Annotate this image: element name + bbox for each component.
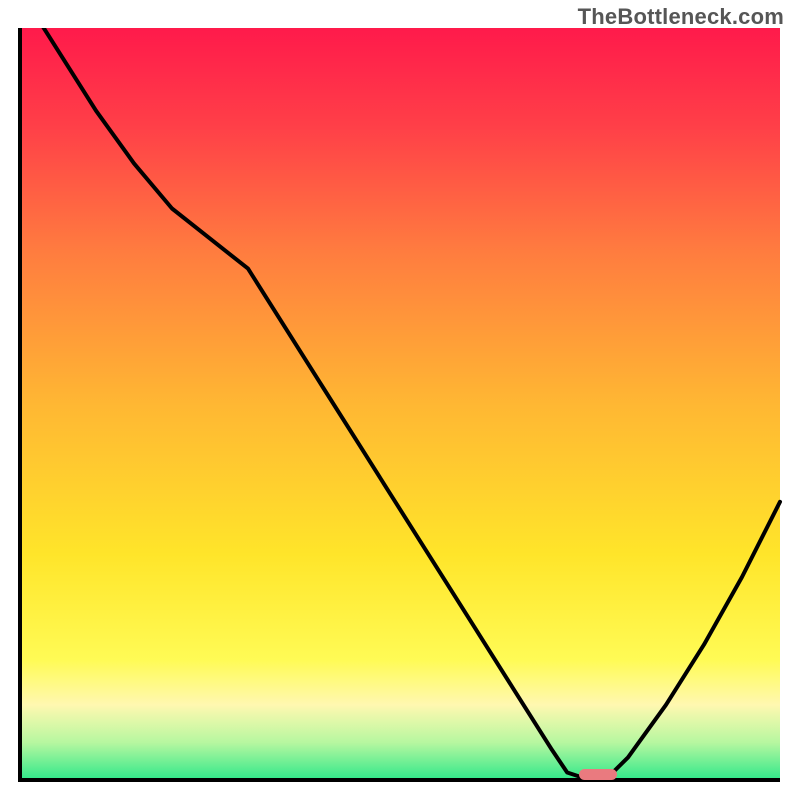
curve-line <box>20 28 780 780</box>
chart-container: TheBottleneck.com <box>0 0 800 800</box>
optimum-marker <box>579 769 617 780</box>
plot-area <box>16 28 784 784</box>
curve <box>16 28 784 784</box>
watermark-text: TheBottleneck.com <box>578 4 784 30</box>
